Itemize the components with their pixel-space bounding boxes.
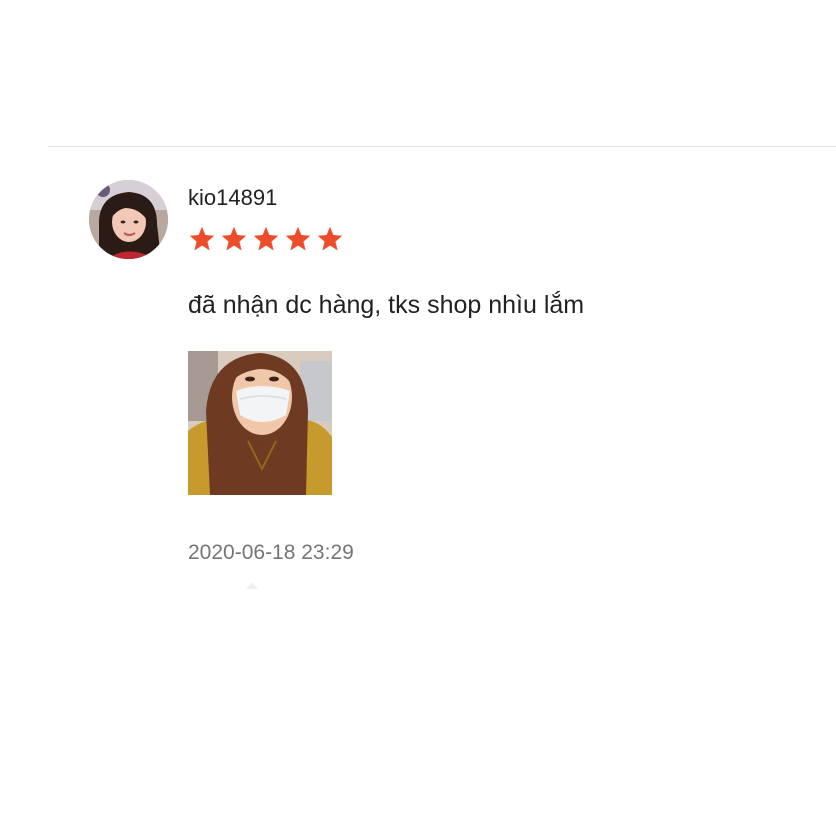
star-icon (221, 226, 247, 251)
review-photo-image (188, 351, 332, 495)
divider (48, 146, 836, 147)
star-icon (317, 226, 343, 251)
reviewer-username[interactable]: kio14891 (188, 184, 277, 212)
avatar[interactable] (89, 180, 168, 259)
review-timestamp: 2020-06-18 23:29 (188, 541, 354, 564)
star-icon (253, 226, 279, 251)
review-photo-thumbnail[interactable] (188, 351, 332, 495)
review-comment: đã nhận dc hàng, tks shop nhìu lắm (188, 291, 585, 319)
star-rating (188, 225, 344, 253)
star-icon (189, 226, 215, 251)
avatar-image (89, 180, 168, 259)
star-icon (285, 226, 311, 251)
caret-up-icon (246, 582, 258, 589)
review-page: kio14891 đã nhận dc hàng, tks shop nhìu … (0, 0, 836, 836)
